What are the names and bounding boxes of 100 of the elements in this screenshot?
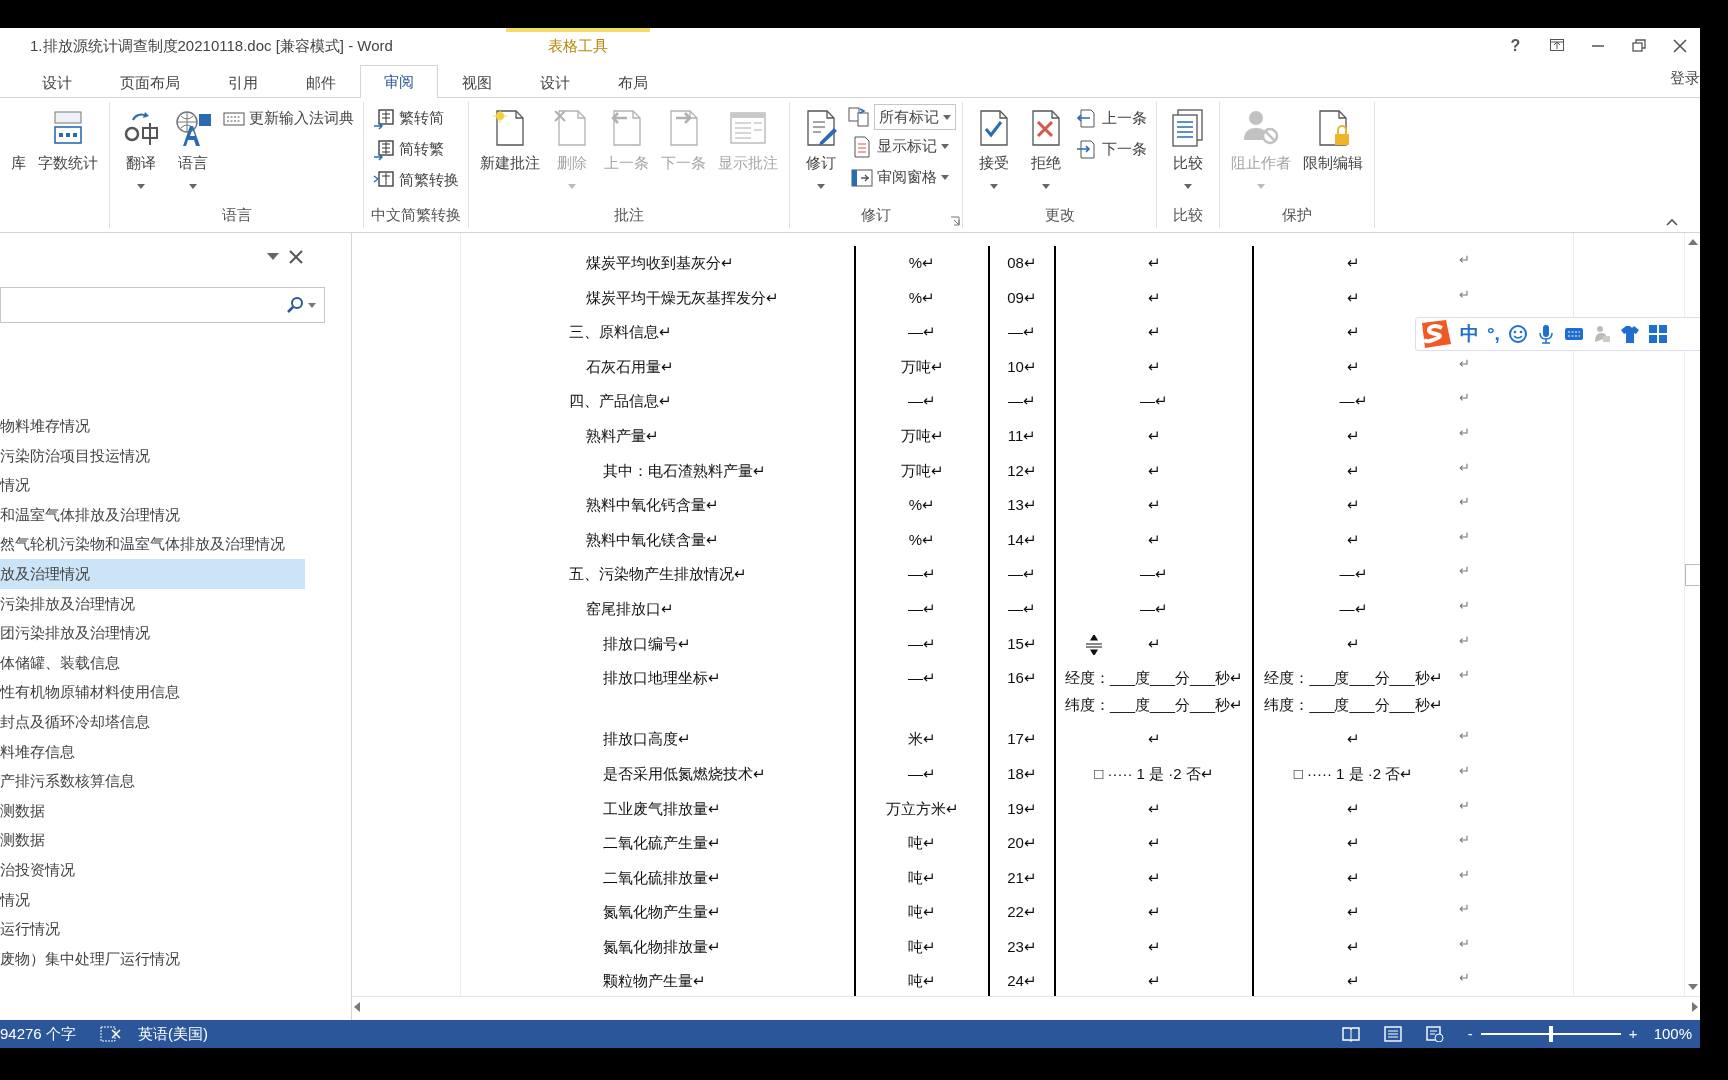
nav-item[interactable]: 测数据 <box>0 825 305 855</box>
end-of-row-mark: ↵ <box>1458 900 1471 919</box>
table-cell: —↵ <box>855 661 989 723</box>
ribbon-tab[interactable]: 视图 <box>438 67 516 98</box>
dialog-launcher-icon[interactable] <box>950 216 960 226</box>
restore-icon[interactable] <box>1630 38 1647 54</box>
ribbon-tab[interactable]: 布局 <box>594 67 672 98</box>
table-cell: 10↵ <box>989 349 1055 385</box>
nav-item[interactable]: 和温室气体排放及治理情况 <box>0 499 305 530</box>
ribbon-button[interactable]: 字数统计 <box>33 102 103 204</box>
shirt-icon[interactable] <box>1619 324 1640 344</box>
nav-item[interactable]: 情况 <box>0 884 305 915</box>
end-of-row-mark: ↵ <box>1458 631 1471 650</box>
collapse-ribbon-icon[interactable] <box>1666 218 1678 226</box>
ribbon-button[interactable]: 简转繁 <box>370 135 462 164</box>
grid-icon[interactable] <box>1647 324 1668 344</box>
punctuation-button[interactable]: °, <box>1487 319 1500 349</box>
ribbon-button[interactable]: 库 <box>6 102 31 204</box>
table-cell: ↵ <box>1253 418 1453 454</box>
ribbon-tab[interactable]: 邮件 <box>282 67 360 98</box>
proofing-icon[interactable] <box>99 1026 122 1042</box>
previous-change-icon <box>1076 107 1098 130</box>
nav-item[interactable]: 测数据 <box>0 795 305 826</box>
caret-icon <box>1042 184 1050 190</box>
table-cell: 经度：___度___分___秒↵ 纬度：___度___分___秒↵ <box>1253 661 1453 723</box>
word-count[interactable]: 94276 个字 <box>0 1022 76 1046</box>
input-mode-button[interactable]: 中 <box>1460 319 1479 349</box>
table-cell: 18↵ <box>989 756 1055 792</box>
nav-item[interactable]: 物料堆存情况 <box>0 411 305 441</box>
pane-icon <box>851 166 873 189</box>
ribbon-tab[interactable]: 页面布局 <box>96 67 204 98</box>
ribbon-button[interactable]: 更新输入法词典 <box>220 104 357 133</box>
nav-item[interactable]: 然气轮机污染物和温室气体排放及治理情况 <box>0 529 305 559</box>
slider-thumb[interactable] <box>1548 1026 1553 1042</box>
scroll-left-icon[interactable] <box>354 1001 360 1012</box>
table-cell: 其中：电石渣熟料产量↵ <box>461 453 855 489</box>
read-mode-icon[interactable] <box>1341 1026 1360 1042</box>
table-cell: 二氧化硫排放量↵ <box>461 860 855 896</box>
nav-item[interactable]: 性有机物原辅材料使用信息 <box>0 677 305 707</box>
smiley-icon[interactable] <box>1507 324 1528 344</box>
scroll-down-icon[interactable] <box>1687 984 1698 990</box>
nav-item[interactable]: 料堆存信息 <box>0 736 305 767</box>
conversion-icon <box>373 107 395 130</box>
nav-item[interactable]: 废物）集中处理厂运行情况 <box>0 943 305 974</box>
dropdown-icon[interactable] <box>267 253 279 261</box>
ribbon-button[interactable]: 接受 <box>969 102 1019 204</box>
group-label: 中文简繁转换 <box>371 206 461 223</box>
language-indicator[interactable]: 英语(美国) <box>137 1022 208 1046</box>
close-icon[interactable] <box>1671 38 1688 54</box>
scroll-thumb[interactable] <box>1684 563 1700 586</box>
sign-in-link[interactable]: 登录 <box>1670 66 1700 89</box>
table-cell: 万吨↵ <box>855 453 989 489</box>
help-button[interactable]: ? <box>1495 28 1536 64</box>
ribbon-button[interactable]: 显示标记 <box>848 132 956 161</box>
ribbon-button[interactable]: 比较 <box>1163 102 1213 204</box>
nav-item[interactable]: 运行情况 <box>0 914 305 944</box>
ribbon-button[interactable]: 审阅窗格 <box>848 163 956 192</box>
nav-item[interactable]: 放及治理情况 <box>0 558 305 589</box>
nav-item[interactable]: 团污染排放及治理情况 <box>0 618 305 648</box>
table-cell: 排放口地理坐标↵ <box>461 661 855 723</box>
zoom-in-button[interactable]: + <box>1628 1022 1638 1046</box>
globe-icon <box>173 108 213 148</box>
scroll-right-icon[interactable] <box>1692 1001 1698 1012</box>
ribbon-button[interactable]: 语言 <box>168 102 218 204</box>
ribbon-tab[interactable]: 设计 <box>18 67 96 98</box>
ribbon-button[interactable]: 下一条 <box>1073 135 1150 164</box>
nav-item[interactable]: 产排污系数核算信息 <box>0 766 305 796</box>
web-layout-icon[interactable] <box>1425 1026 1444 1042</box>
nav-item[interactable]: 治投资情况 <box>0 854 305 885</box>
ribbon-button[interactable]: 拒绝 <box>1021 102 1071 204</box>
end-of-row-mark: ↵ <box>1458 285 1471 304</box>
table-cell: 21↵ <box>989 860 1055 896</box>
nav-item[interactable]: 污染防治项目投运情况 <box>0 440 305 471</box>
nav-item[interactable]: 污染排放及治理情况 <box>0 588 305 619</box>
ribbon-button[interactable]: 繁转简 <box>370 104 462 133</box>
search-field[interactable] <box>0 287 325 323</box>
table-cell: 吨↵ <box>855 964 989 996</box>
ribbon-tab[interactable]: 引用 <box>204 67 282 98</box>
ribbon-tab[interactable]: 审阅 <box>360 65 438 98</box>
nav-item[interactable]: 情况 <box>0 470 305 500</box>
ribbon-tab[interactable]: 设计 <box>516 67 594 98</box>
table-cell: 熟料中氧化钙含量↵ <box>461 488 855 523</box>
ribbon-button[interactable]: 简繁转换 <box>370 166 462 195</box>
ribbon-button[interactable]: 翻译 <box>116 102 166 204</box>
ribbon-display-icon[interactable] <box>1548 38 1565 54</box>
scroll-up-icon[interactable] <box>1687 239 1698 245</box>
nav-item[interactable]: 封点及循环冷却塔信息 <box>0 706 305 737</box>
print-layout-icon[interactable] <box>1383 1026 1402 1042</box>
table-cell: ↵ <box>1055 488 1253 523</box>
end-of-row-mark: ↵ <box>1458 251 1471 269</box>
zoom-level[interactable]: 100% <box>1653 1022 1692 1046</box>
ribbon-button[interactable]: 修订 <box>796 102 846 204</box>
ribbon-button[interactable]: 上一条 <box>1073 104 1150 133</box>
markup-dropdown[interactable]: 所有标记 <box>874 104 956 130</box>
nav-item[interactable]: 体储罐、装载信息 <box>0 647 305 678</box>
table-cell: %↵ <box>855 488 989 523</box>
ribbon-button[interactable]: 限制编辑 <box>1298 102 1368 204</box>
zoom-out-button[interactable]: - <box>1467 1022 1473 1046</box>
ribbon-button[interactable]: 新建批注 <box>475 102 545 204</box>
close-icon[interactable] <box>289 250 303 264</box>
